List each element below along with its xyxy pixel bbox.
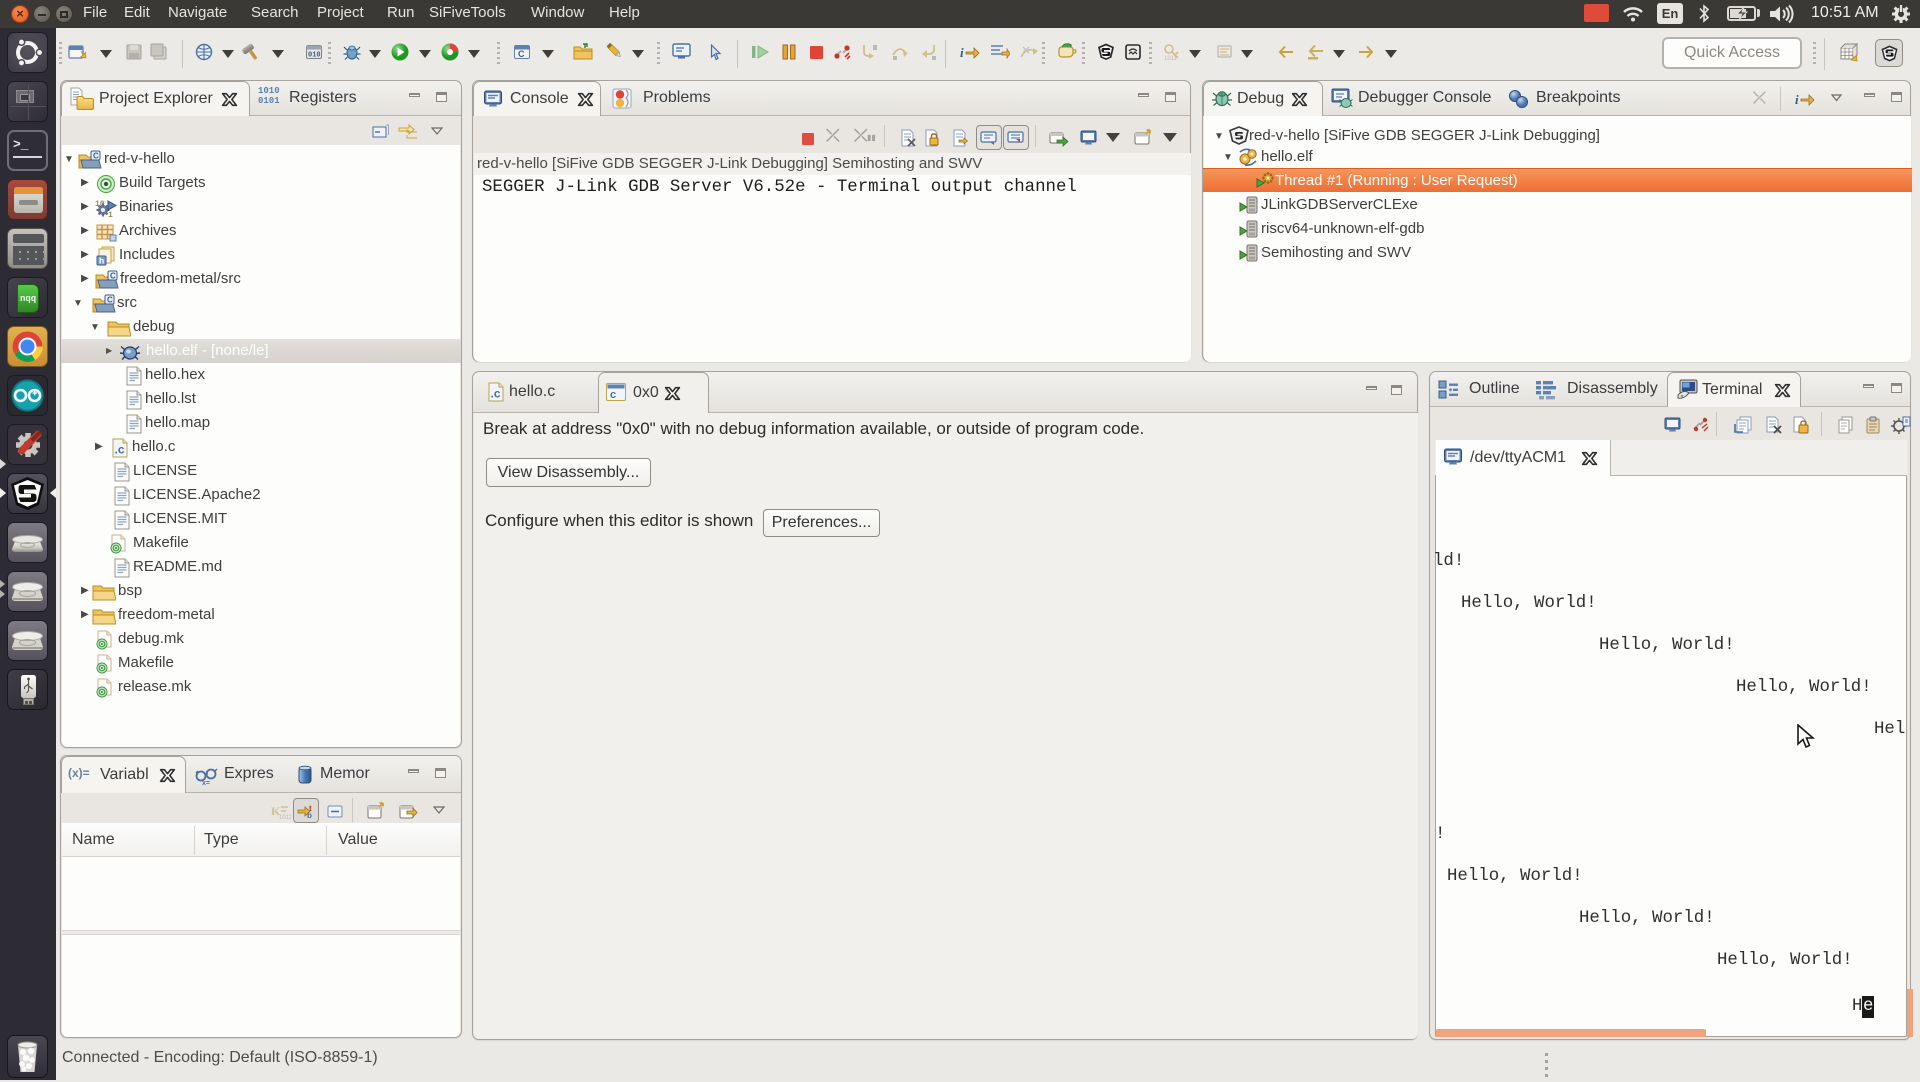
svg-text:010: 010: [308, 52, 321, 60]
svg-text:i: i: [1795, 92, 1799, 107]
svg-text:b: b: [307, 811, 312, 820]
svg-text:x=: x=: [202, 780, 210, 786]
svg-text:c: c: [610, 389, 616, 401]
svg-text:1011: 1011: [279, 815, 291, 820]
svg-text:C: C: [518, 49, 525, 59]
svg-text:i: i: [960, 45, 964, 60]
svg-text:1011: 1011: [1164, 56, 1178, 61]
